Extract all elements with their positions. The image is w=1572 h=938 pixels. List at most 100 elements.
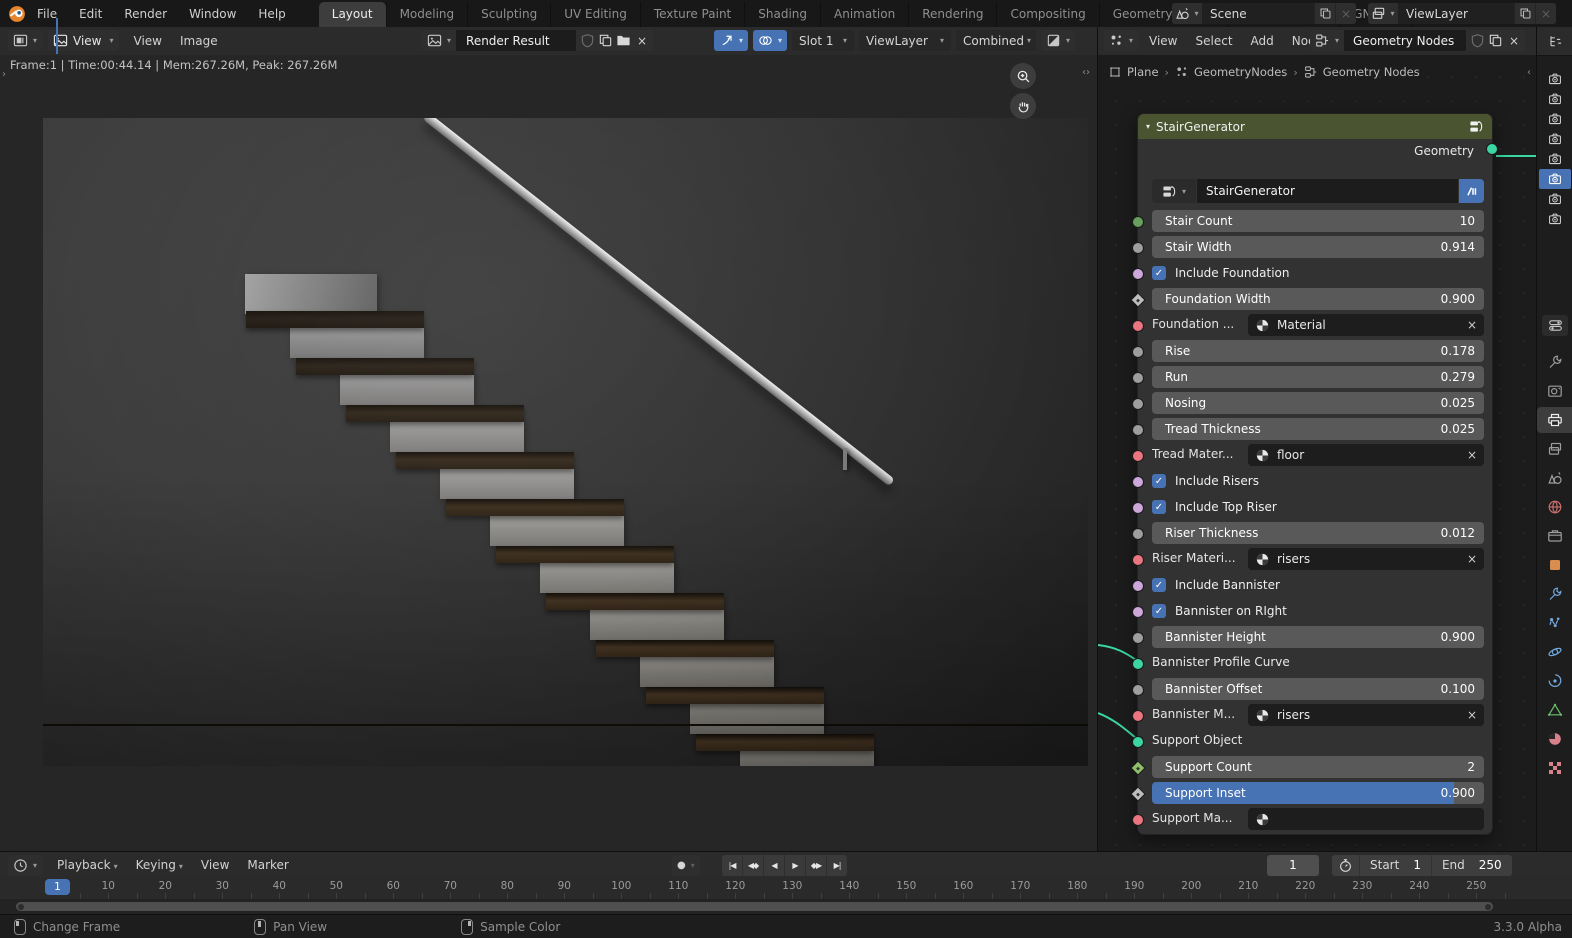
checkbox-checked[interactable]: ✓ (1152, 474, 1166, 488)
viewlayer-name[interactable]: ViewLayer (1398, 3, 1514, 24)
horizontal-scrollbar[interactable] (16, 902, 1493, 911)
frame-end-field[interactable]: End250 (1432, 855, 1512, 876)
workspace-tab-modeling[interactable]: Modeling (386, 2, 468, 27)
properties-tab-view-layer[interactable] (1537, 436, 1572, 462)
timeline-menu-marker[interactable]: Marker (238, 858, 297, 872)
float-circle-socket[interactable] (1132, 632, 1144, 644)
properties-tab-collection[interactable] (1537, 523, 1572, 549)
float-circle-socket[interactable] (1132, 684, 1144, 696)
outliner-camera-row[interactable] (1539, 69, 1571, 89)
material-circle-socket[interactable] (1132, 320, 1144, 332)
outliner-camera-row[interactable] (1539, 89, 1571, 109)
bool-circle-socket[interactable] (1132, 502, 1144, 514)
prev-keyframe-button[interactable]: ◀◆ (743, 855, 764, 876)
image-unlink-button[interactable]: × (634, 34, 650, 48)
value-slider[interactable]: Support Inset0.900 (1152, 782, 1484, 804)
checkbox-checked[interactable]: ✓ (1152, 266, 1166, 280)
value-slider[interactable]: Support Count2 (1152, 756, 1484, 778)
float-circle-socket[interactable] (1132, 242, 1144, 254)
render-pass-dropdown[interactable]: Combined▾ (956, 30, 1036, 51)
image-mode-dropdown[interactable]: View▾ (48, 30, 119, 51)
menu-render[interactable]: Render (113, 0, 178, 27)
properties-tab-material[interactable] (1537, 726, 1572, 752)
jump-to-start-button[interactable]: |◀ (722, 855, 743, 876)
material-selector[interactable]: floor× (1248, 444, 1484, 466)
workspace-tab-animation[interactable]: Animation (820, 2, 908, 27)
menu-file[interactable]: File (26, 0, 68, 27)
copy-icon[interactable] (1488, 33, 1503, 48)
frame-start-field[interactable]: Start1 (1360, 855, 1432, 876)
workspace-tab-shading[interactable]: Shading (744, 2, 820, 27)
properties-tab-tool[interactable] (1537, 349, 1572, 375)
value-slider[interactable]: Bannister Offset0.100 (1152, 678, 1484, 700)
workspace-tab-layout[interactable]: Layout (319, 2, 386, 27)
outliner-camera-row[interactable] (1539, 169, 1571, 189)
properties-tab-object-data[interactable] (1537, 697, 1572, 723)
zoom-gizmo[interactable] (1010, 63, 1036, 89)
checkbox-checked[interactable]: ✓ (1152, 604, 1166, 618)
region-corner-arrows[interactable]: ‹› (1082, 67, 1090, 78)
menu-help[interactable]: Help (247, 0, 296, 27)
render-slot-dropdown[interactable]: Slot 1▾ (792, 30, 854, 51)
bool-circle-socket[interactable] (1132, 580, 1144, 592)
workspace-tab-uv-editing[interactable]: UV Editing (550, 2, 640, 27)
material-circle-socket[interactable] (1132, 450, 1144, 462)
editor-type-button[interactable]: ▾ (8, 855, 42, 876)
properties-tab-scene[interactable] (1537, 465, 1572, 491)
value-slider[interactable]: Tread Thickness0.025 (1152, 418, 1484, 440)
float-circle-socket[interactable] (1132, 346, 1144, 358)
group-name-field[interactable]: StairGenerator (1197, 179, 1458, 203)
image-browse-button[interactable]: ▾ (422, 30, 456, 51)
stairgenerator-node[interactable]: ▾ StairGenerator Geometry ▾ StairGenerat… (1137, 113, 1493, 835)
viewlayer-icon-button[interactable]: ▾ (1368, 3, 1398, 24)
workspace-tab-rendering[interactable]: Rendering (908, 2, 996, 27)
outliner-camera-row[interactable] (1539, 129, 1571, 149)
material-selector[interactable] (1248, 808, 1484, 830)
menu-edit[interactable]: Edit (68, 0, 113, 27)
properties-tab-output[interactable] (1537, 407, 1572, 433)
outliner-camera-row[interactable] (1539, 209, 1571, 229)
node-tree-name-field[interactable]: Geometry Nodes (1344, 30, 1466, 51)
value-slider[interactable]: Nosing0.025 (1152, 392, 1484, 414)
value-slider[interactable]: Stair Count10 (1152, 210, 1484, 232)
gizmo-toggle-button[interactable]: ▾ (714, 30, 748, 51)
use-preview-range-button[interactable] (1332, 855, 1360, 876)
current-frame-indicator[interactable]: 1 (45, 879, 70, 895)
material-selector[interactable]: Material× (1248, 314, 1484, 336)
image-editor-canvas[interactable]: Frame:1 | Time:00:44.14 | Mem:267.26M, P… (0, 55, 1097, 851)
float-circle-socket[interactable] (1132, 424, 1144, 436)
scene-name[interactable]: Scene (1202, 3, 1314, 24)
material-selector[interactable]: risers× (1248, 704, 1484, 726)
bool-circle-socket[interactable] (1132, 268, 1144, 280)
fake-user-shield-icon[interactable] (1470, 33, 1485, 48)
scene-new-button[interactable] (1314, 3, 1335, 24)
properties-tab-physics[interactable] (1537, 639, 1572, 665)
node-tree-browse-button[interactable]: ▾ (1310, 30, 1344, 51)
geometry-circle-socket[interactable] (1132, 658, 1144, 670)
image-menu-image[interactable]: Image (171, 34, 227, 48)
node-menu-add[interactable]: Add (1242, 34, 1283, 48)
material-circle-socket[interactable] (1132, 710, 1144, 722)
material-selector[interactable]: risers× (1248, 548, 1484, 570)
display-channels-button[interactable]: ▾ (1041, 30, 1075, 51)
material-clear-button[interactable]: × (1467, 708, 1477, 722)
material-clear-button[interactable]: × (1467, 552, 1477, 566)
timeline-ruler[interactable]: 1 10203040506070809010011012013014015016… (0, 877, 1572, 900)
editor-type-button[interactable]: ▾ (8, 30, 42, 51)
outliner-header[interactable] (1537, 27, 1572, 56)
geometry-circle-socket[interactable] (1132, 736, 1144, 748)
material-clear-button[interactable]: × (1467, 318, 1477, 332)
checkbox-checked[interactable]: ✓ (1152, 500, 1166, 514)
image-menu-view[interactable]: View (125, 34, 171, 48)
scene-selector[interactable]: ▾ Scene × (1172, 3, 1356, 24)
next-keyframe-button[interactable]: ◆▶ (806, 855, 827, 876)
properties-tab-world[interactable] (1537, 494, 1572, 520)
float-circle-socket[interactable] (1132, 528, 1144, 540)
float-circle-socket[interactable] (1132, 398, 1144, 410)
region-expand-arrow[interactable]: › (2, 69, 6, 80)
fake-user-shield-icon[interactable] (580, 33, 595, 48)
collapse-chevron-icon[interactable]: ▾ (1146, 122, 1150, 131)
node-menu-view[interactable]: View (1140, 34, 1186, 48)
value-slider[interactable]: Bannister Height0.900 (1152, 626, 1484, 648)
outliner-camera-row[interactable] (1539, 109, 1571, 129)
